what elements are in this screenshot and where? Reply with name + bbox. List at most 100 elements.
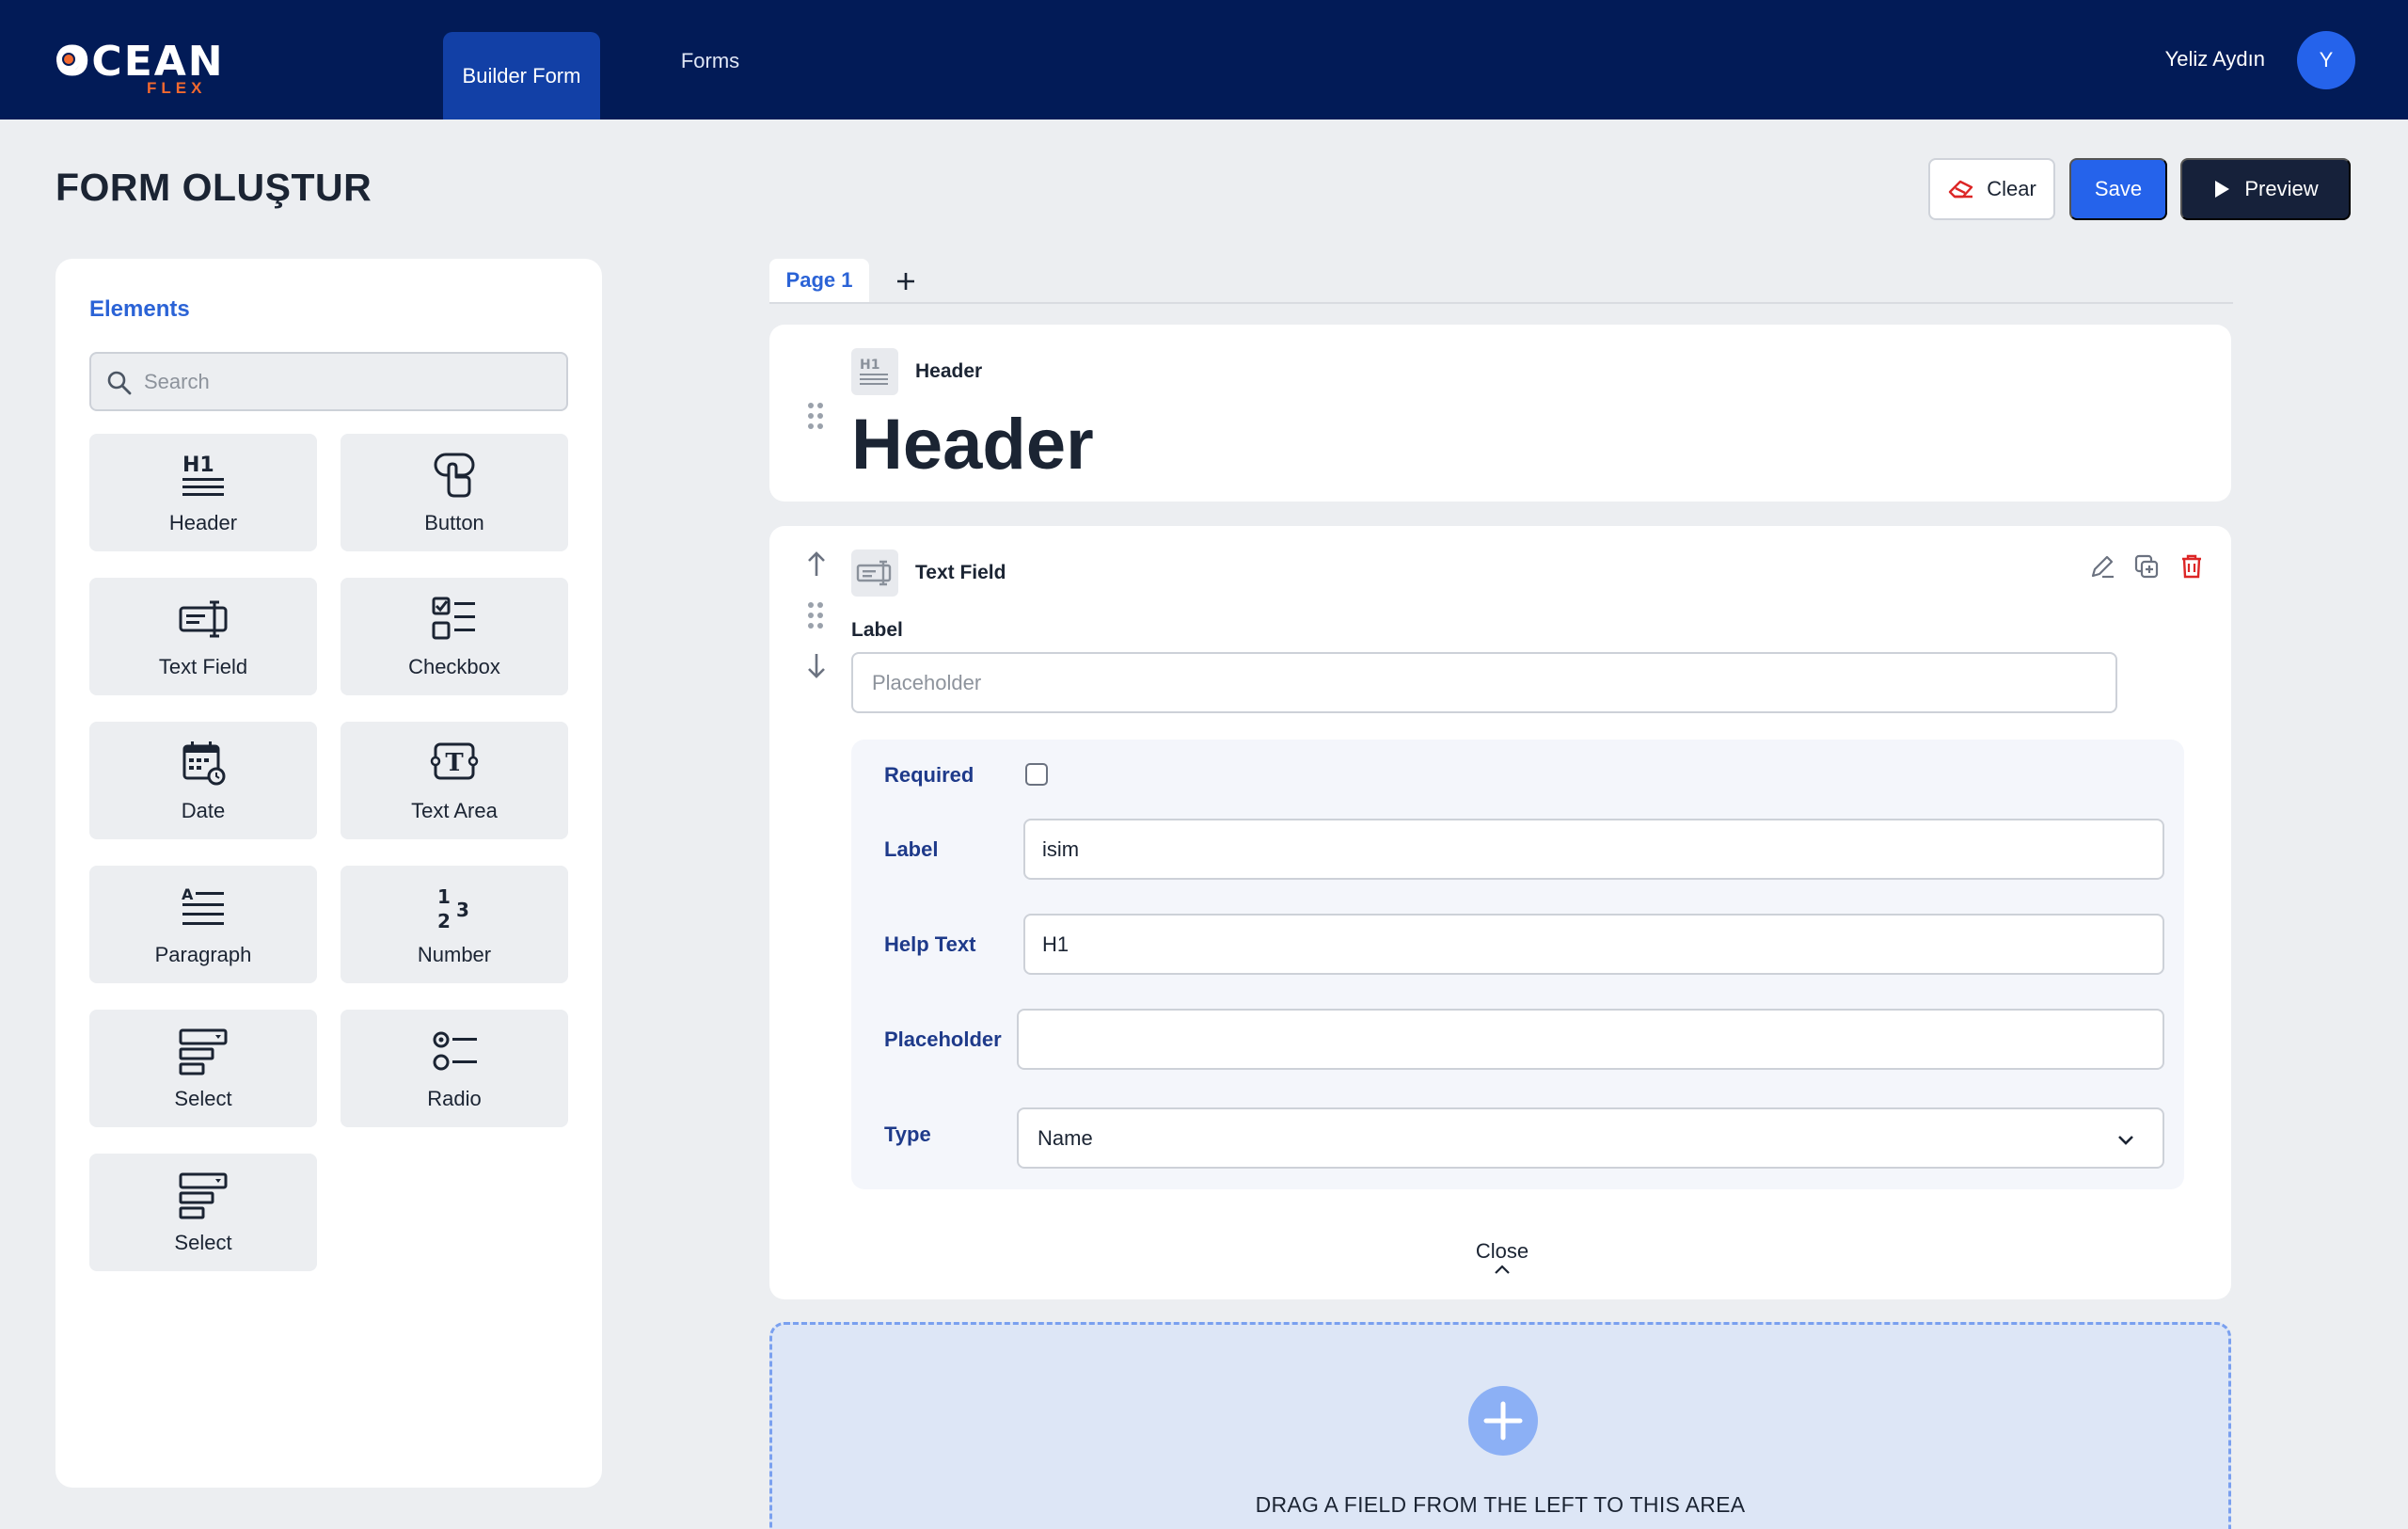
elements-sidebar: Elements H1 Header Button Text bbox=[55, 259, 602, 1488]
user-avatar[interactable]: Y bbox=[2297, 31, 2355, 89]
page-tab-1[interactable]: Page 1 bbox=[769, 259, 869, 302]
element-label: Number bbox=[417, 943, 492, 966]
svg-text:1: 1 bbox=[437, 885, 451, 908]
svg-text:3: 3 bbox=[456, 899, 469, 921]
element-tile-date[interactable]: Date bbox=[89, 722, 317, 839]
element-tile-header[interactable]: H1 Header bbox=[89, 434, 317, 551]
header-block[interactable]: H1 Header Header bbox=[769, 325, 2231, 502]
field-properties-panel: Required Label isim Help Text H1 Placeho… bbox=[851, 740, 2184, 1189]
svg-text:T: T bbox=[445, 749, 464, 777]
preview-button[interactable]: Preview bbox=[2180, 158, 2351, 220]
element-tile-button[interactable]: Button bbox=[341, 434, 568, 551]
header-content: Header bbox=[851, 405, 1094, 485]
element-tile-select[interactable]: Select bbox=[89, 1010, 317, 1127]
element-label: Text Area bbox=[411, 799, 498, 822]
svg-text:2: 2 bbox=[437, 910, 451, 932]
duplicate-icon[interactable] bbox=[2131, 550, 2162, 582]
placeholder-input[interactable] bbox=[1017, 1009, 2164, 1070]
eraser-icon bbox=[1949, 180, 1973, 199]
search-icon bbox=[107, 371, 132, 395]
help-text-label: Help Text bbox=[884, 932, 976, 956]
required-checkbox[interactable] bbox=[1025, 763, 1048, 786]
placeholder-label: Placeholder bbox=[884, 1027, 1002, 1051]
block-type-label: Header bbox=[915, 360, 983, 382]
edit-icon[interactable] bbox=[2086, 550, 2118, 582]
sidebar-title: Elements bbox=[89, 296, 190, 322]
drop-zone[interactable]: DRAG A FIELD FROM THE LEFT TO THIS AREA bbox=[769, 1322, 2231, 1529]
text-field-block[interactable]: Text Field Label Required Label isim Hel… bbox=[769, 526, 2231, 1299]
pointer-icon bbox=[434, 453, 475, 498]
clear-button[interactable]: Clear bbox=[1928, 158, 2055, 220]
move-up-icon[interactable] bbox=[805, 549, 828, 578]
svg-text:H1: H1 bbox=[860, 358, 879, 373]
chevron-up-icon bbox=[1495, 1265, 1510, 1274]
number-icon: 1 2 3 bbox=[437, 885, 469, 932]
element-label: Checkbox bbox=[408, 655, 500, 678]
field-preview-input[interactable] bbox=[851, 652, 2117, 713]
type-select-value: Name bbox=[1038, 1125, 1093, 1150]
page-title: FORM OLUŞTUR bbox=[55, 166, 372, 209]
page-tabs: Page 1 bbox=[769, 259, 2233, 304]
text-field-icon bbox=[851, 549, 898, 597]
element-tile-number[interactable]: 1 2 3 Number bbox=[341, 866, 568, 983]
label-prop-label: Label bbox=[884, 837, 939, 861]
element-label: Radio bbox=[427, 1087, 482, 1110]
nav-tab-forms[interactable]: Forms bbox=[668, 28, 752, 94]
paragraph-icon: A bbox=[182, 885, 224, 925]
calendar-icon bbox=[182, 741, 226, 786]
drag-handle-icon[interactable] bbox=[807, 402, 824, 430]
select-icon bbox=[179, 1028, 228, 1075]
preview-label: Preview bbox=[2244, 177, 2319, 200]
element-tile-paragraph[interactable]: A Paragraph bbox=[89, 866, 317, 983]
checkbox-list-icon bbox=[432, 597, 475, 640]
logo-subtext: FLEX bbox=[147, 79, 207, 97]
block-type-label: Text Field bbox=[915, 562, 1006, 583]
chevron-down-icon bbox=[2118, 1136, 2133, 1145]
h1-icon: H1 bbox=[851, 348, 898, 395]
element-label: Paragraph bbox=[154, 943, 252, 966]
element-label: Text Field bbox=[158, 655, 248, 678]
play-icon bbox=[2215, 181, 2230, 198]
search-input[interactable] bbox=[144, 363, 548, 401]
ocean-flex-logo[interactable]: OCEAN FLEX bbox=[55, 41, 223, 98]
required-label: Required bbox=[884, 763, 974, 787]
plus-icon bbox=[897, 273, 914, 290]
delete-icon[interactable] bbox=[2176, 550, 2208, 582]
svg-text:A: A bbox=[182, 885, 194, 903]
type-select[interactable]: Name bbox=[1017, 1107, 2164, 1169]
plus-circle-icon bbox=[1468, 1386, 1538, 1456]
element-tile-radio[interactable]: Radio bbox=[341, 1010, 568, 1127]
text-area-icon: T bbox=[430, 742, 479, 780]
label-prop-input[interactable]: isim bbox=[1023, 819, 2164, 880]
drop-zone-text: DRAG A FIELD FROM THE LEFT TO THIS AREA bbox=[1255, 1492, 1746, 1517]
text-field-icon bbox=[179, 600, 228, 638]
radio-list-icon bbox=[433, 1031, 477, 1071]
drag-handle-icon[interactable] bbox=[807, 601, 824, 629]
add-page-button[interactable] bbox=[887, 263, 925, 300]
logo-mark-icon bbox=[56, 47, 81, 72]
element-tile-text-field[interactable]: Text Field bbox=[89, 578, 317, 695]
svg-text:H1: H1 bbox=[182, 454, 214, 477]
save-button[interactable]: Save bbox=[2069, 158, 2167, 220]
element-tile-text-area[interactable]: T Text Area bbox=[341, 722, 568, 839]
element-label: Header bbox=[168, 511, 238, 534]
element-label: Date bbox=[181, 799, 226, 822]
element-tile-select-2[interactable]: Select bbox=[89, 1154, 317, 1271]
select-icon bbox=[179, 1172, 228, 1219]
clear-label: Clear bbox=[1987, 177, 2036, 200]
element-tile-checkbox[interactable]: Checkbox bbox=[341, 578, 568, 695]
close-settings-button[interactable]: Close bbox=[1461, 1239, 1544, 1286]
element-label: Select bbox=[174, 1231, 232, 1254]
type-label: Type bbox=[884, 1123, 931, 1146]
element-label: Button bbox=[424, 511, 484, 534]
move-down-icon[interactable] bbox=[805, 652, 828, 680]
user-name: Yeliz Aydın bbox=[2164, 47, 2265, 71]
element-label: Select bbox=[174, 1087, 232, 1110]
top-navbar: OCEAN FLEX Builder Form Forms Yeliz Aydı… bbox=[0, 0, 2408, 119]
h1-icon: H1 bbox=[182, 454, 224, 496]
field-preview-label: Label bbox=[851, 619, 903, 641]
search-box bbox=[89, 352, 568, 411]
nav-tab-builder-form[interactable]: Builder Form bbox=[443, 32, 600, 119]
close-label: Close bbox=[1475, 1239, 1529, 1263]
help-text-input[interactable]: H1 bbox=[1023, 914, 2164, 975]
